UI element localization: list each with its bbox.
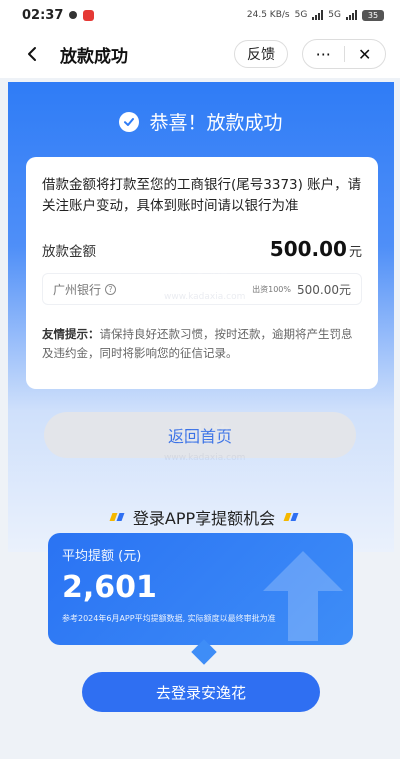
feedback-button[interactable]: 反馈 [234, 40, 288, 68]
amount-unit: 元 [348, 245, 362, 260]
signal-label-2: 5G [328, 10, 341, 20]
close-button[interactable]: ✕ [345, 40, 386, 68]
tip-label: 友情提示： [42, 327, 100, 341]
signal-icon-2 [346, 10, 357, 20]
funding-bank-row: 广州银行 ? 出资100% 500.00元 [42, 273, 362, 305]
amount-label: 放款金额 [42, 244, 96, 260]
promo-section: 登录APP享提额机会 平均提额 (元) 2,601 参考2024年6月APP平均… [24, 493, 384, 683]
network-speed: 24.5 KB/s [246, 10, 290, 20]
hero-title-text: 恭喜！放款成功 [149, 112, 283, 134]
bank-share: 出资100% [252, 284, 291, 294]
signal-icon [312, 10, 324, 20]
return-home-button[interactable]: 返回首页 [44, 412, 356, 458]
check-circle-icon [119, 111, 140, 132]
disbursement-notice: 借款金额将打款至您的工商银行(尾号3373) 账户，请关注账户变动，具体到账时间… [42, 177, 362, 214]
chevron-left-icon [28, 47, 36, 61]
page-title: 放款成功 [60, 46, 128, 67]
more-button[interactable]: ··· [303, 40, 344, 68]
amount-value: 500.00 [269, 237, 347, 261]
bank-amount: 500.00元 [297, 282, 351, 297]
loan-info-card: 借款金额将打款至您的工商银行(尾号3373) 账户，请关注账户变动，具体到账时间… [26, 157, 378, 389]
avg-increase-note: 参考2024年6月APP平均提额数据, 实际额度以最终审批为准 [62, 614, 276, 623]
hero-title: 恭喜！放款成功 [8, 108, 394, 135]
arrow-up-icon [263, 551, 343, 641]
nav-bar: 放款成功 反馈 ··· ✕ [0, 30, 400, 78]
sparkle-icon [283, 513, 299, 521]
avg-increase-label: 平均提额 (元) [62, 549, 142, 564]
credit-increase-card: 平均提额 (元) 2,601 参考2024年6月APP平均提额数据, 实际额度以… [48, 533, 353, 645]
promo-title-text: 登录APP享提额机会 [132, 509, 276, 528]
signal-label-1: 5G [294, 10, 308, 20]
login-app-button[interactable]: 去登录安逸花 [82, 672, 320, 712]
message-icon [69, 11, 78, 19]
promo-title: 登录APP享提额机会 [24, 505, 384, 529]
mini-program-capsule: ··· ✕ [302, 39, 386, 69]
app-notification-icon [83, 9, 95, 21]
friendly-tip: 友情提示：请保持良好还款习惯，按时还款，逾期将产生罚息及违约金，同时将影响您的征… [42, 325, 362, 363]
bank-name: 广州银行 [53, 282, 102, 297]
back-button[interactable] [10, 30, 54, 78]
amount-row: 放款金额 500.00 元 [42, 237, 362, 261]
battery-icon: 35 [362, 9, 384, 21]
status-time: 02:37 [22, 7, 64, 23]
info-icon[interactable]: ? [105, 283, 117, 295]
status-bar: 02:37 24.5 KB/s 5G 5G 35 [0, 0, 400, 30]
sparkle-icon [109, 513, 125, 521]
